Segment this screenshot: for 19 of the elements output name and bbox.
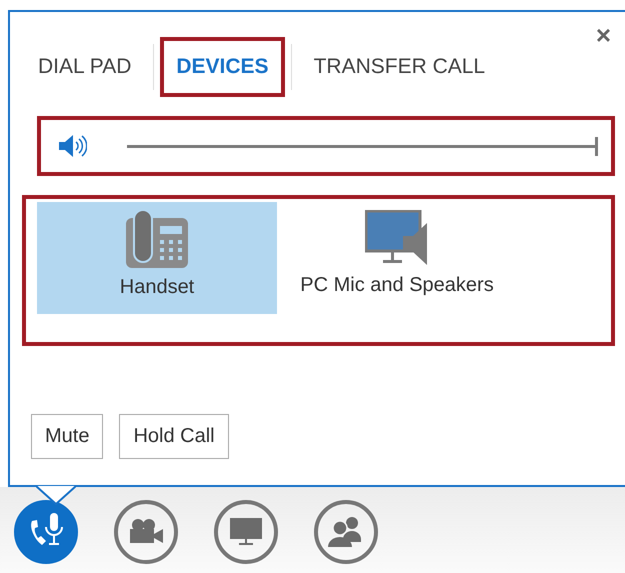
monitor-speaker-icon	[365, 210, 429, 266]
toolbar-button[interactable]	[114, 500, 178, 564]
call-button[interactable]: Hold Call	[119, 414, 229, 459]
video-camera-icon	[128, 519, 164, 545]
speaker-icon	[59, 135, 87, 157]
tab[interactable]: DEVICES	[160, 37, 285, 97]
volume-slider[interactable]	[127, 136, 598, 156]
tab[interactable]: DIAL PAD	[22, 37, 148, 97]
tab[interactable]: TRANSFER CALL	[298, 37, 502, 97]
desk-phone-icon	[126, 210, 188, 268]
monitor-icon	[230, 518, 262, 546]
device-option[interactable]: Handset	[37, 202, 277, 314]
close-button[interactable]: ×	[596, 22, 611, 48]
call-button[interactable]: Mute	[31, 414, 104, 459]
people-icon	[328, 517, 364, 547]
toolbar-button[interactable]	[214, 500, 278, 564]
slider-thumb[interactable]	[595, 136, 598, 156]
device-option[interactable]: PC Mic and Speakers	[277, 202, 517, 314]
toolbar-button[interactable]	[314, 500, 378, 564]
